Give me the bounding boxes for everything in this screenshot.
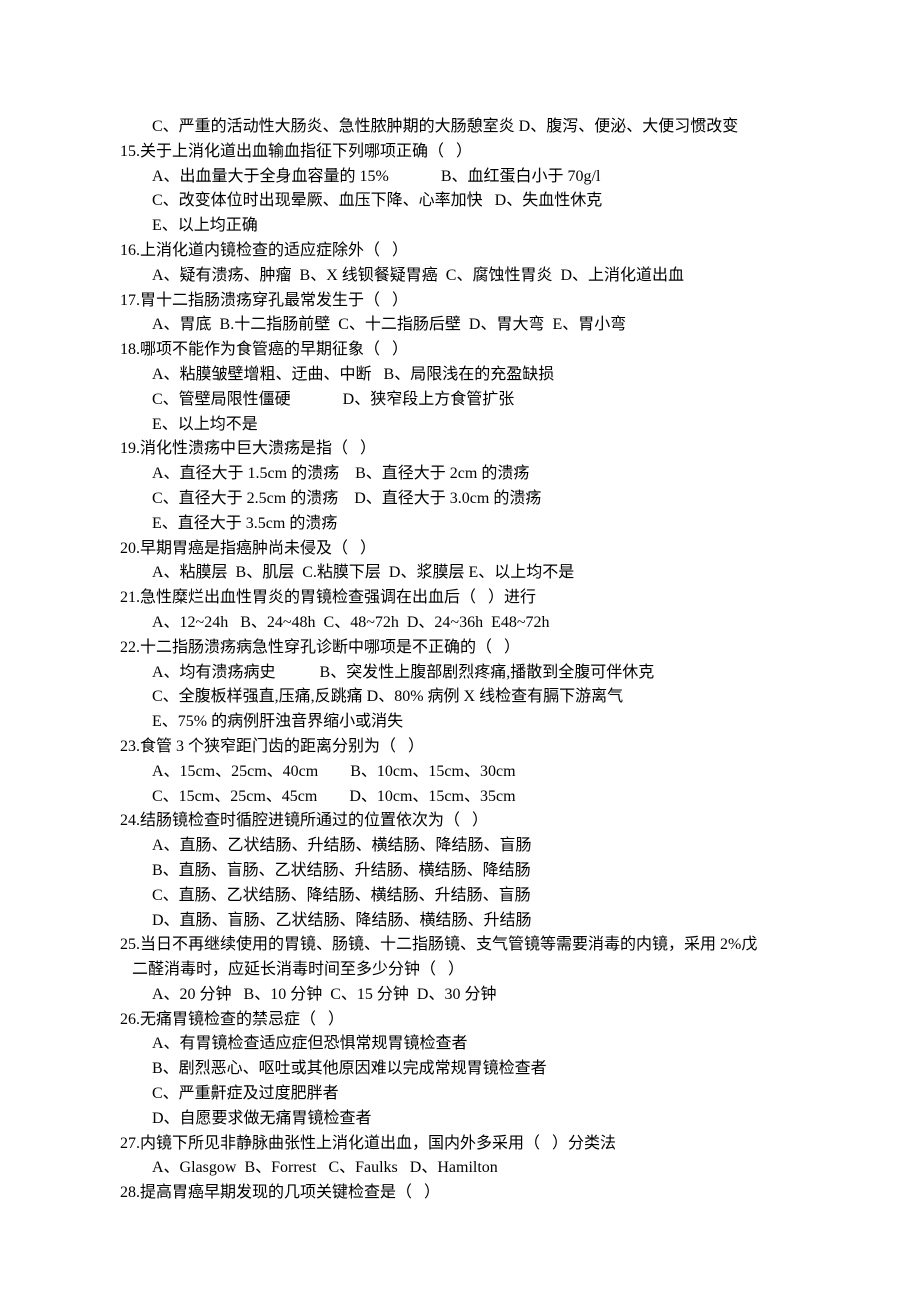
option-line: B、剧烈恶心、呕吐或其他原因难以完成常规胃镜检查者: [152, 1057, 800, 1082]
question-line: 23.食管 3 个狭窄距门齿的距离分别为（ ）: [120, 735, 800, 760]
question-line: 28.提高胃癌早期发现的几项关键检查是（ ）: [120, 1181, 800, 1206]
question-line: 18.哪项不能作为食管癌的早期征象（ ）: [120, 338, 800, 363]
document-page: C、严重的活动性大肠炎、急性脓肿期的大肠憩室炎 D、腹泻、便泌、大便习惯改变15…: [0, 0, 920, 1302]
option-line: C、15cm、25cm、45cm D、10cm、15cm、35cm: [152, 785, 800, 810]
option-line: B、直肠、盲肠、乙状结肠、升结肠、横结肠、降结肠: [152, 859, 800, 884]
option-line: D、自愿要求做无痛胃镜检查者: [152, 1107, 800, 1132]
question-line: 15.关于上消化道出血输血指征下列哪项正确（ ）: [120, 140, 800, 165]
option-line: A、直肠、乙状结肠、升结肠、横结肠、降结肠、盲肠: [152, 834, 800, 859]
option-line: C、严重的活动性大肠炎、急性脓肿期的大肠憩室炎 D、腹泻、便泌、大便习惯改变: [152, 115, 800, 140]
option-line: A、20 分钟 B、10 分钟 C、15 分钟 D、30 分钟: [152, 983, 800, 1008]
question-line: 27.内镜下所见非静脉曲张性上消化道出血，国内外多采用（ ）分类法: [120, 1132, 800, 1157]
option-line: E、75% 的病例肝浊音界缩小或消失: [152, 710, 800, 735]
question-line: 21.急性糜烂出血性胃炎的胃镜检查强调在出血后（ ）进行: [120, 586, 800, 611]
question-line: 22.十二指肠溃疡病急性穿孔诊断中哪项是不正确的（ ）: [120, 636, 800, 661]
question-line: 20.早期胃癌是指癌肿尚未侵及（ ）: [120, 537, 800, 562]
question-line: 25.当日不再继续使用的胃镜、肠镜、十二指肠镜、支气管镜等需要消毒的内镜，采用 …: [120, 933, 800, 958]
option-line: A、有胃镜检查适应症但恐惧常规胃镜检查者: [152, 1032, 800, 1057]
option-line: A、疑有溃疡、肿瘤 B、X 线钡餐疑胃癌 C、腐蚀性胃炎 D、上消化道出血: [152, 264, 800, 289]
question-line: 17.胃十二指肠溃疡穿孔最常发生于（ ）: [120, 289, 800, 314]
option-line: E、直径大于 3.5cm 的溃疡: [152, 512, 800, 537]
option-line: A、粘膜层 B、肌层 C.粘膜下层 D、浆膜层 E、以上均不是: [152, 561, 800, 586]
option-line: C、直径大于 2.5cm 的溃疡 D、直径大于 3.0cm 的溃疡: [152, 487, 800, 512]
option-line: A、直径大于 1.5cm 的溃疡 B、直径大于 2cm 的溃疡: [152, 462, 800, 487]
option-line: C、改变体位时出现晕厥、血压下降、心率加快 D、失血性休克: [152, 189, 800, 214]
question-line: 16.上消化道内镜检查的适应症除外（ ）: [120, 239, 800, 264]
question-line: 26.无痛胃镜检查的禁忌症（ ）: [120, 1008, 800, 1033]
option-line: A、15cm、25cm、40cm B、10cm、15cm、30cm: [152, 760, 800, 785]
option-line: A、胃底 B.十二指肠前壁 C、十二指肠后壁 D、胃大弯 E、胃小弯: [152, 313, 800, 338]
option-line: C、严重鼾症及过度肥胖者: [152, 1082, 800, 1107]
option-line: C、全腹板样强直,压痛,反跳痛 D、80% 病例 X 线检查有膈下游离气: [152, 685, 800, 710]
question-line: 19.消化性溃疡中巨大溃疡是指（ ）: [120, 437, 800, 462]
question-line: 24.结肠镜检查时循腔进镜所通过的位置依次为（ ）: [120, 809, 800, 834]
option-line: A、Glasgow B、Forrest C、Faulks D、Hamilton: [152, 1156, 800, 1181]
option-line: C、管壁局限性僵硬 D、狭窄段上方食管扩张: [152, 388, 800, 413]
option-line: D、直肠、盲肠、乙状结肠、降结肠、横结肠、升结肠: [152, 909, 800, 934]
option-line: A、出血量大于全身血容量的 15% B、血红蛋白小于 70g/l: [152, 165, 800, 190]
option-line: A、均有溃疡病史 B、突发性上腹部剧烈疼痛,播散到全腹可伴休克: [152, 661, 800, 686]
option-line: E、以上均正确: [152, 214, 800, 239]
option-line: A、12~24h B、24~48h C、48~72h D、24~36h E48~…: [152, 611, 800, 636]
option-line: E、以上均不是: [152, 413, 800, 438]
option-line: C、直肠、乙状结肠、降结肠、横结肠、升结肠、盲肠: [152, 884, 800, 909]
question-line: 二醛消毒时，应延长消毒时间至多少分钟（ ）: [120, 958, 800, 983]
option-line: A、粘膜皱壁增粗、迂曲、中断 B、局限浅在的充盈缺损: [152, 363, 800, 388]
